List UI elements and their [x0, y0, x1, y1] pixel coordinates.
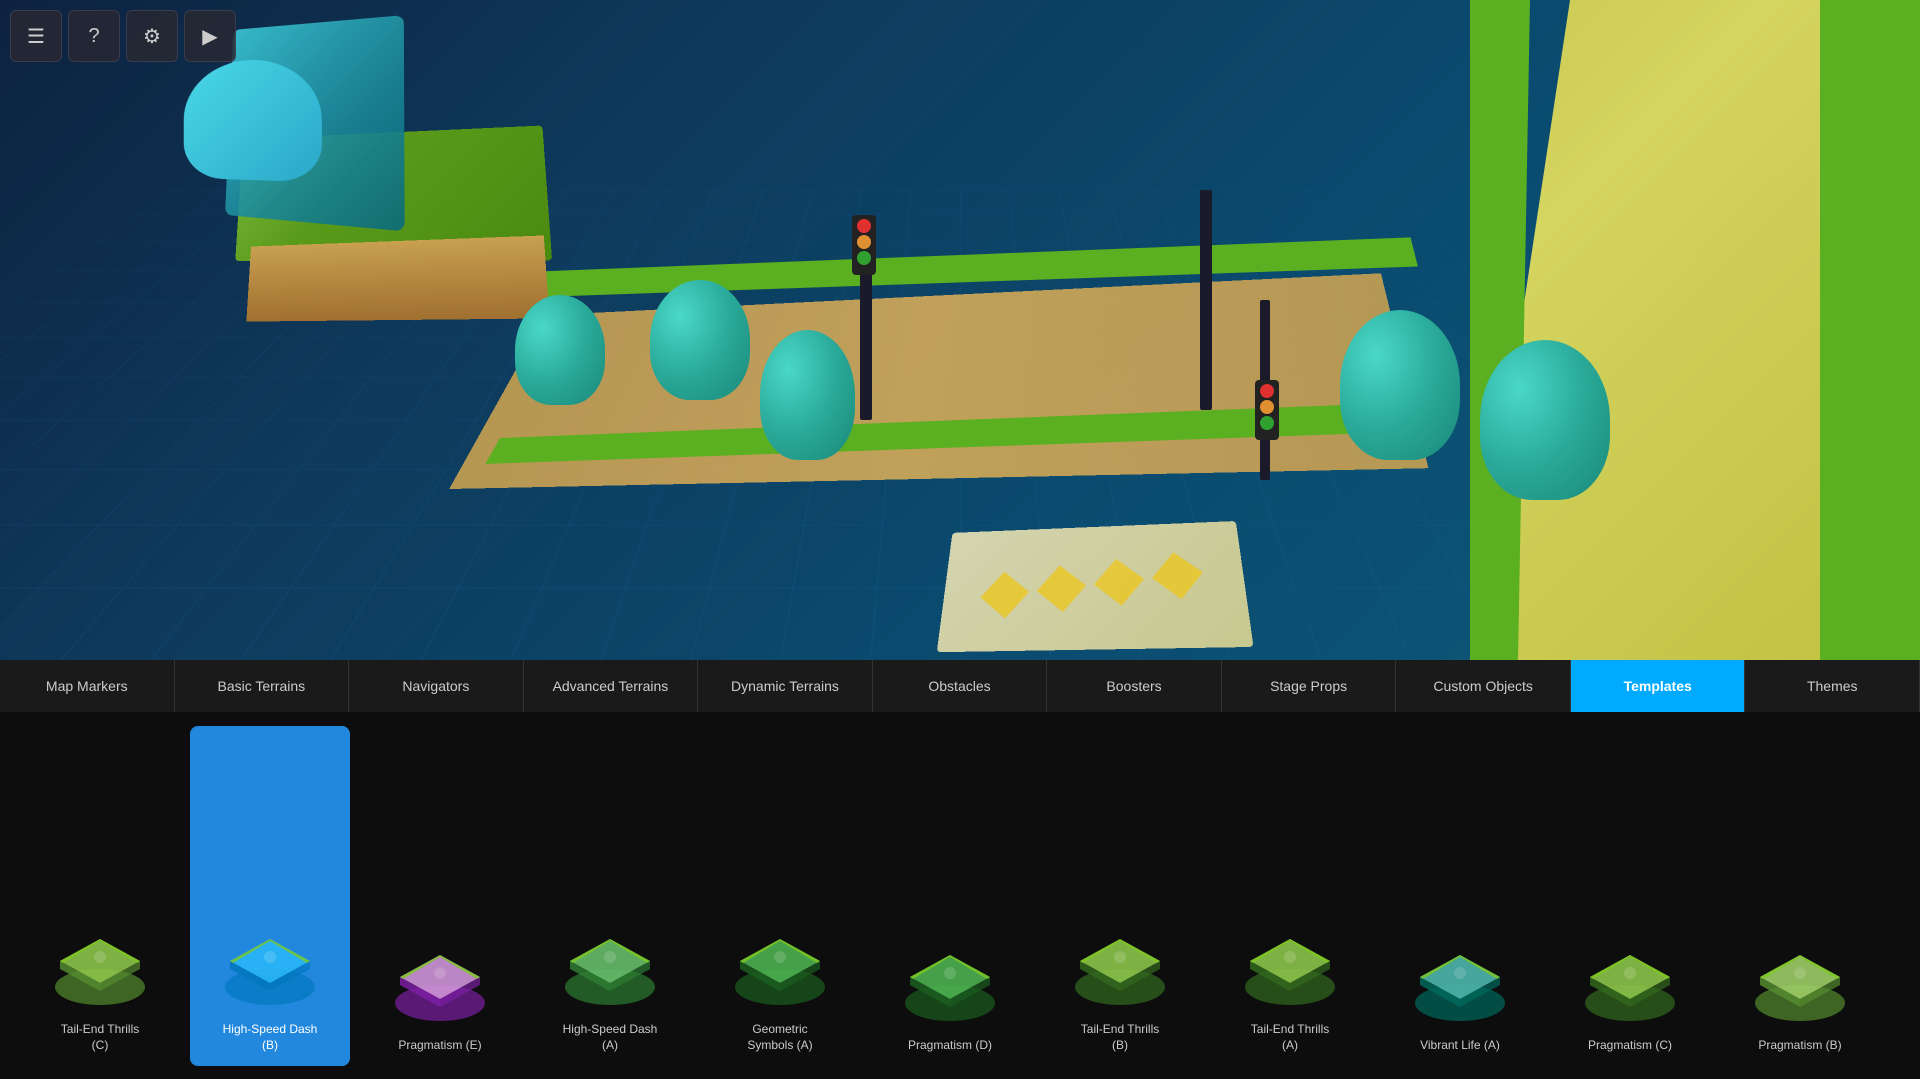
tray-item-icon-high-speed-dash-b [210, 914, 330, 1014]
nav-item-basic-terrains[interactable]: Basic Terrains [175, 660, 350, 712]
nav-item-navigators[interactable]: Navigators [349, 660, 524, 712]
tray-item-pragmatism-c[interactable]: Pragmatism (C) [1550, 726, 1710, 1066]
tray-item-icon-tail-end-thrills-c [40, 914, 160, 1014]
tray-item-label-pragmatism-b: Pragmatism (B) [1758, 1038, 1841, 1054]
chevron-4 [1149, 549, 1208, 602]
nav-item-obstacles[interactable]: Obstacles [873, 660, 1048, 712]
nav-item-boosters[interactable]: Boosters [1047, 660, 1222, 712]
tray-item-label-tail-end-thrills-a: Tail-End Thrills (A) [1251, 1022, 1329, 1053]
tray-item-label-high-speed-dash-b: High-Speed Dash (B) [223, 1022, 318, 1053]
tray-item-tail-end-thrills-b[interactable]: Tail-End Thrills (B) [1040, 726, 1200, 1066]
arrow-chevrons [980, 549, 1207, 621]
traffic-light-1 [852, 215, 876, 275]
arrow-sign [937, 521, 1254, 652]
right-path-grass-right [1820, 0, 1920, 660]
tray-item-tail-end-thrills-a[interactable]: Tail-End Thrills (A) [1210, 726, 1370, 1066]
help-button[interactable]: ? [68, 10, 120, 62]
play-button[interactable]: ▶ [184, 10, 236, 62]
tray-item-vibrant-life-a[interactable]: Vibrant Life (A) [1380, 726, 1540, 1066]
tree-2 [650, 280, 750, 400]
nav-item-advanced-terrains[interactable]: Advanced Terrains [524, 660, 699, 712]
tray-item-label-high-speed-dash-a: High-Speed Dash (A) [563, 1022, 658, 1053]
tray-item-icon-high-speed-dash-a [550, 914, 670, 1014]
tray-item-pragmatism-b[interactable]: Pragmatism (B) [1720, 726, 1880, 1066]
tray-item-icon-pragmatism-e [380, 930, 500, 1030]
chevron-3 [1092, 556, 1148, 608]
tray-item-icon-pragmatism-d [890, 930, 1010, 1030]
nav-item-templates[interactable]: Templates [1571, 660, 1746, 712]
tray-item-label-tail-end-thrills-c: Tail-End Thrills (C) [61, 1022, 139, 1053]
nav-item-custom-objects[interactable]: Custom Objects [1396, 660, 1571, 712]
tray-item-pragmatism-a[interactable]: Pragmatism (A) [1890, 726, 1920, 1066]
tray-item-label-pragmatism-c: Pragmatism (C) [1588, 1038, 1672, 1054]
tree-3 [760, 330, 855, 460]
tray-item-icon-pragmatism-c [1570, 930, 1690, 1030]
nav-item-map-markers[interactable]: Map Markers [0, 660, 175, 712]
toolbar: ☰ ? ⚙ ▶ [10, 10, 236, 62]
tray-item-icon-tail-end-thrills-a [1230, 914, 1350, 1014]
nav-item-dynamic-terrains[interactable]: Dynamic Terrains [698, 660, 873, 712]
tray-item-label-geometric-symbols-a: Geometric Symbols (A) [747, 1022, 812, 1053]
chevron-1 [980, 569, 1030, 621]
tray-item-icon-tail-end-thrills-b [1060, 914, 1180, 1014]
navbar: Map MarkersBasic TerrainsNavigatorsAdvan… [0, 660, 1920, 712]
nav-item-stage-props[interactable]: Stage Props [1222, 660, 1397, 712]
tray-item-label-pragmatism-d: Pragmatism (D) [908, 1038, 992, 1054]
cannon-barrel [184, 57, 322, 182]
chevron-2 [1036, 563, 1088, 615]
tree-4 [1340, 310, 1460, 460]
tray-item-icon-vibrant-life-a [1400, 930, 1520, 1030]
tray-item-label-tail-end-thrills-b: Tail-End Thrills (B) [1081, 1022, 1159, 1053]
tray-item-tail-end-thrills-c[interactable]: Tail-End Thrills (C) [20, 726, 180, 1066]
tray-item-icon-pragmatism-b [1740, 930, 1860, 1030]
menu-button[interactable]: ☰ [10, 10, 62, 62]
tray-item-high-speed-dash-a[interactable]: High-Speed Dash (A) [530, 726, 690, 1066]
tree-5 [1480, 340, 1610, 500]
platform-side [246, 235, 549, 321]
tray-item-high-speed-dash-b[interactable]: High-Speed Dash (B) [190, 726, 350, 1066]
tray-item-label-vibrant-life-a: Vibrant Life (A) [1420, 1038, 1500, 1054]
tray-item-pragmatism-d[interactable]: Pragmatism (D) [870, 726, 1030, 1066]
tree-1 [515, 295, 605, 405]
tray-item-icon-geometric-symbols-a [720, 914, 840, 1014]
pole-2 [1200, 190, 1212, 410]
tray-item-pragmatism-e[interactable]: Pragmatism (E) [360, 726, 520, 1066]
tray-item-geometric-symbols-a[interactable]: Geometric Symbols (A) [700, 726, 860, 1066]
nav-item-themes[interactable]: Themes [1745, 660, 1920, 712]
tray-item-icon-pragmatism-a [1910, 930, 1920, 1030]
traffic-light-2 [1255, 380, 1279, 440]
scene [0, 0, 1920, 660]
settings-button[interactable]: ⚙ [126, 10, 178, 62]
tray-item-label-pragmatism-e: Pragmatism (E) [398, 1038, 481, 1054]
viewport: ☰ ? ⚙ ▶ [0, 0, 1920, 660]
item-tray: Tail-End Thrills (C) High-Speed Dash (B) [0, 712, 1920, 1079]
